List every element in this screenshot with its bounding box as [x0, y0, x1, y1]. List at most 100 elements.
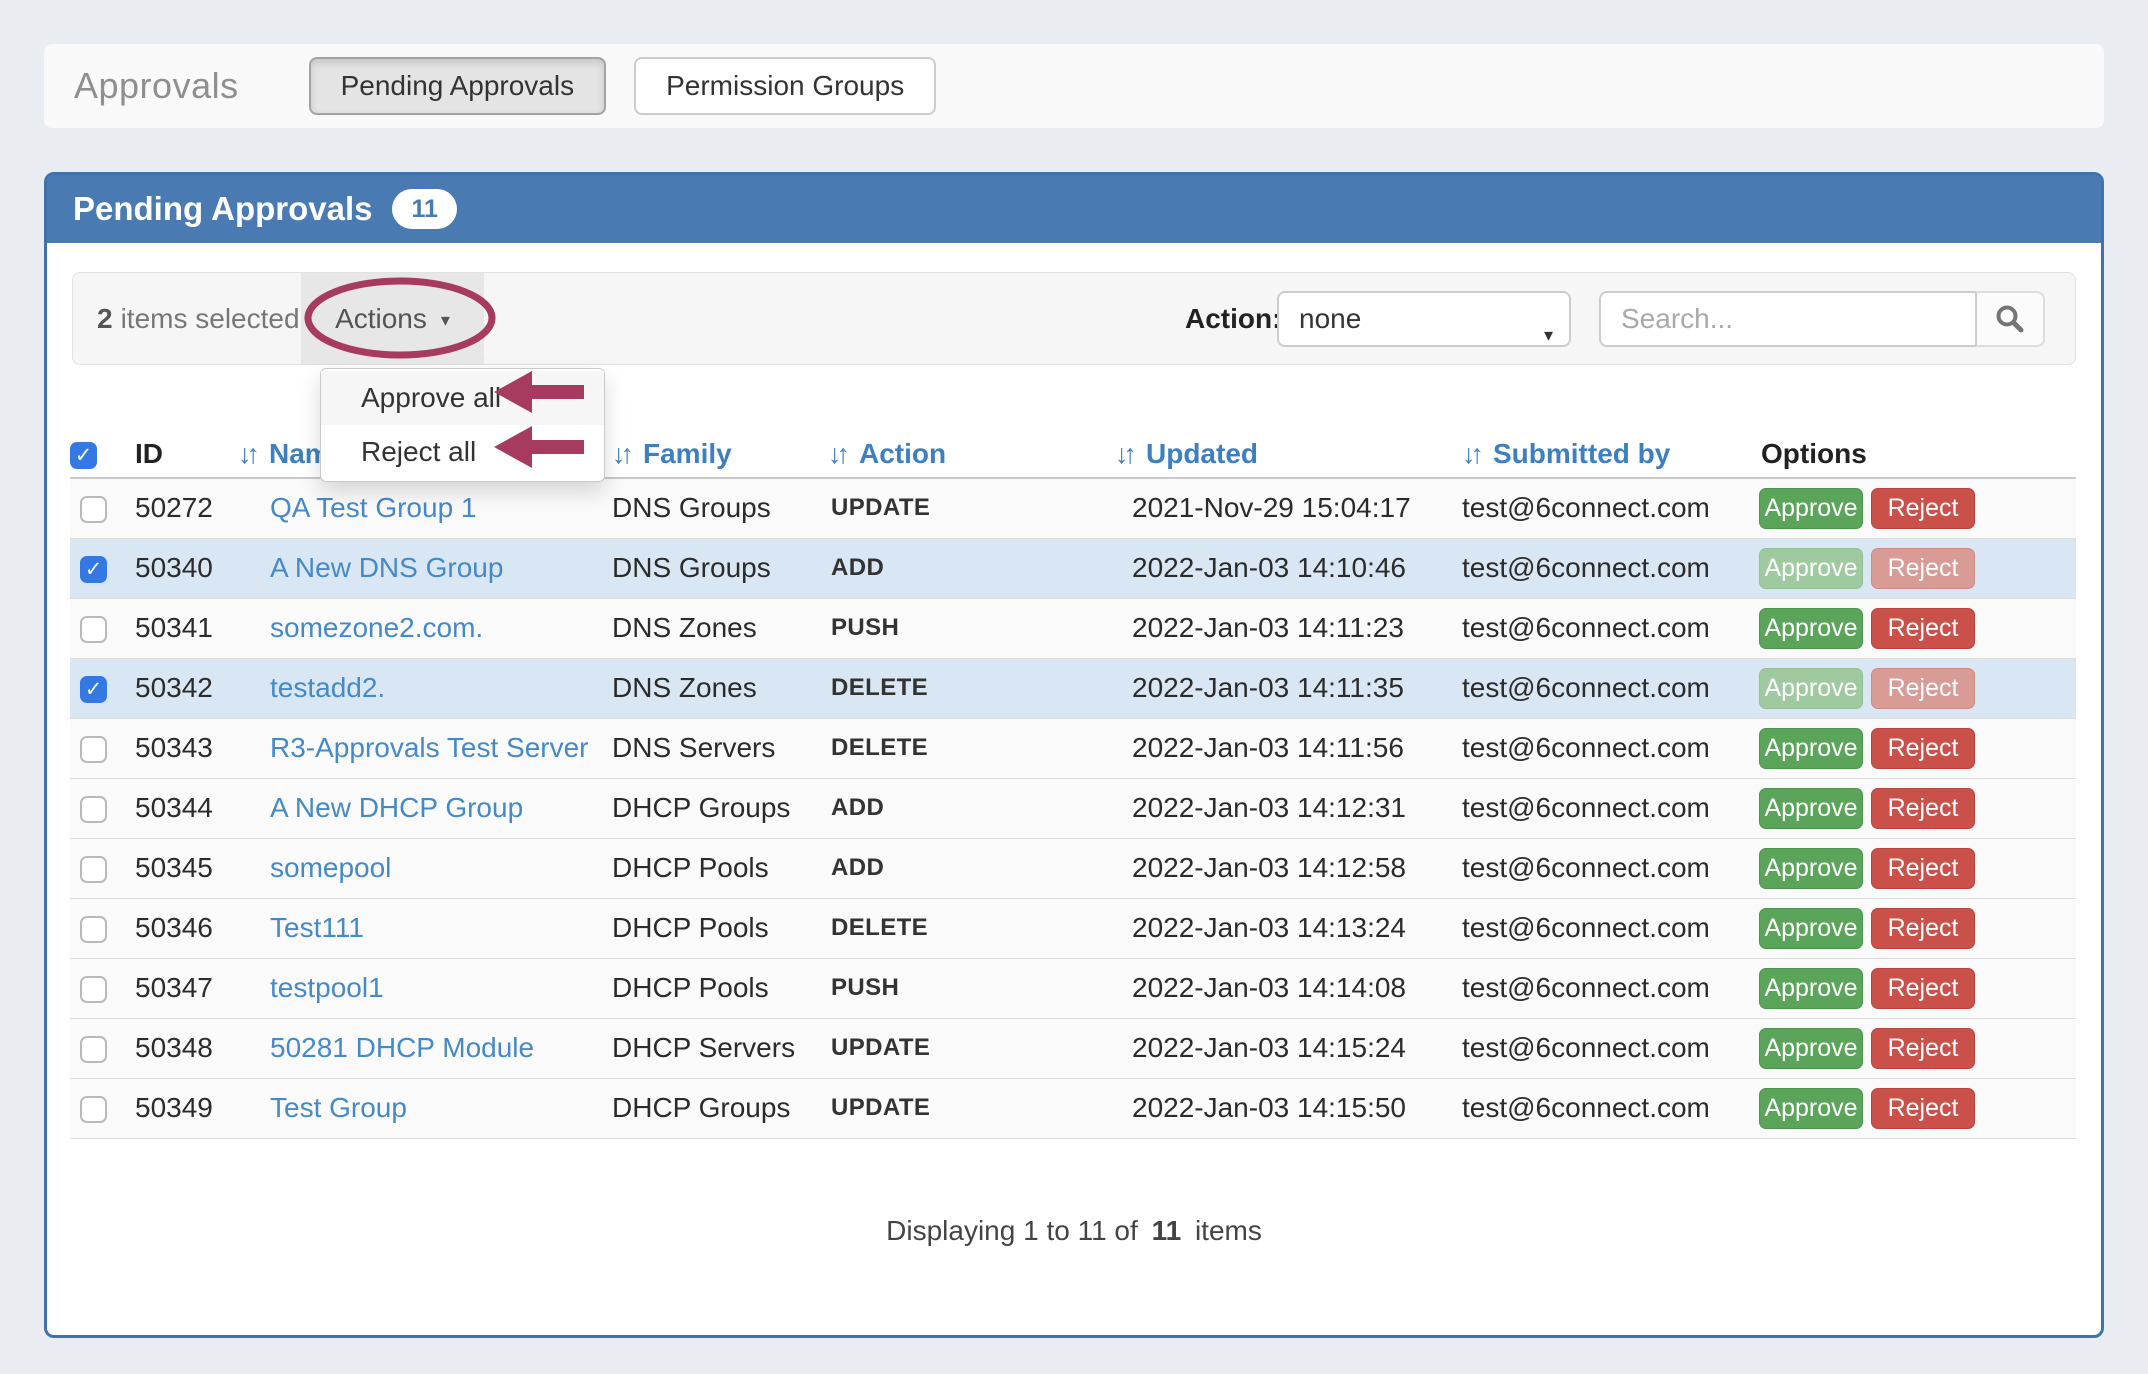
tab-pending-approvals[interactable]: Pending Approvals: [309, 57, 607, 115]
submitted-by-cell: test@6connect.com: [1458, 598, 1755, 658]
approvals-table: ✓ ID↓↑Name↓↑Family↓↑Action↓↑Updated↓↑Sub…: [70, 430, 2076, 1139]
top-bar: Approvals Pending Approvals Permission G…: [44, 44, 2104, 128]
search-icon: [1994, 303, 2026, 335]
name-link[interactable]: 50281 DHCP Module: [270, 1032, 534, 1063]
action-cell: UPDATE: [825, 1078, 1112, 1138]
action-cell: DELETE: [825, 898, 1112, 958]
name-link[interactable]: testadd2.: [270, 672, 385, 703]
reject-button[interactable]: Reject: [1871, 1028, 1975, 1069]
count-badge: 11: [392, 189, 456, 229]
reject-button[interactable]: Reject: [1871, 608, 1975, 649]
reject-button[interactable]: Reject: [1871, 728, 1975, 769]
search-input[interactable]: [1599, 291, 1976, 347]
updated-cell: 2022-Jan-03 14:13:24: [1112, 898, 1458, 958]
chevron-down-icon: ▾: [441, 310, 450, 331]
reject-button[interactable]: Reject: [1871, 848, 1975, 889]
table-row: 50272QA Test Group 1DNS GroupsUPDATE2021…: [70, 478, 2076, 538]
updated-cell: 2022-Jan-03 14:14:08: [1112, 958, 1458, 1018]
selection-label: items selected.: [121, 303, 308, 335]
row-checkbox[interactable]: [80, 496, 107, 523]
selection-status: 2 items selected.: [97, 273, 307, 364]
pagination-prefix: Displaying 1 to 11 of: [886, 1215, 1138, 1246]
action-select[interactable]: none ▾: [1277, 291, 1571, 347]
approve-button[interactable]: Approve: [1759, 728, 1863, 769]
menu-item-approve-all[interactable]: Approve all: [321, 371, 604, 425]
approve-button[interactable]: Approve: [1759, 968, 1863, 1009]
name-link[interactable]: somepool: [270, 852, 391, 883]
approve-button[interactable]: Approve: [1759, 488, 1863, 529]
name-link[interactable]: somezone2.com.: [270, 612, 483, 643]
actions-dropdown-button[interactable]: Actions ▾: [301, 273, 484, 364]
toolbar: 2 items selected. Actions ▾ Action: none…: [72, 272, 2076, 365]
column-header-sub[interactable]: ↓↑Submitted by: [1458, 430, 1755, 478]
row-checkbox[interactable]: ✓: [80, 676, 107, 703]
table-row: ✓50340A New DNS GroupDNS GroupsADD2022-J…: [70, 538, 2076, 598]
submitted-by-cell: test@6connect.com: [1458, 658, 1755, 718]
sort-icon: ↓↑: [1462, 439, 1479, 469]
family-cell: DNS Groups: [605, 538, 825, 598]
row-checkbox[interactable]: [80, 856, 107, 883]
updated-cell: 2022-Jan-03 14:15:24: [1112, 1018, 1458, 1078]
name-link[interactable]: Test Group: [270, 1092, 407, 1123]
updated-cell: 2022-Jan-03 14:15:50: [1112, 1078, 1458, 1138]
menu-item-reject-all[interactable]: Reject all: [321, 425, 604, 479]
id-cell: 50341: [120, 598, 235, 658]
family-cell: DHCP Pools: [605, 898, 825, 958]
submitted-by-cell: test@6connect.com: [1458, 898, 1755, 958]
approve-button[interactable]: Approve: [1759, 908, 1863, 949]
reject-button[interactable]: Reject: [1871, 1088, 1975, 1129]
reject-button[interactable]: Reject: [1871, 968, 1975, 1009]
approve-button[interactable]: Approve: [1759, 848, 1863, 889]
id-cell: 50347: [120, 958, 235, 1018]
search-button[interactable]: [1976, 291, 2045, 347]
approve-button[interactable]: Approve: [1759, 1028, 1863, 1069]
row-checkbox[interactable]: [80, 616, 107, 643]
table-row: 50341somezone2.com.DNS ZonesPUSH2022-Jan…: [70, 598, 2076, 658]
select-all-checkbox[interactable]: ✓: [70, 442, 97, 469]
approve-button[interactable]: Approve: [1759, 608, 1863, 649]
row-checkbox[interactable]: ✓: [80, 556, 107, 583]
reject-button[interactable]: Reject: [1871, 668, 1975, 709]
submitted-by-cell: test@6connect.com: [1458, 1018, 1755, 1078]
action-cell: DELETE: [825, 718, 1112, 778]
column-label: Options: [1761, 438, 1867, 469]
sort-icon: ↓↑: [238, 439, 255, 469]
id-cell: 50346: [120, 898, 235, 958]
row-checkbox[interactable]: [80, 796, 107, 823]
name-link[interactable]: QA Test Group 1: [270, 492, 477, 523]
reject-button[interactable]: Reject: [1871, 488, 1975, 529]
row-checkbox[interactable]: [80, 1096, 107, 1123]
name-link[interactable]: testpool1: [270, 972, 384, 1003]
submitted-by-cell: test@6connect.com: [1458, 778, 1755, 838]
approve-button[interactable]: Approve: [1759, 668, 1863, 709]
reject-button[interactable]: Reject: [1871, 788, 1975, 829]
approve-button[interactable]: Approve: [1759, 548, 1863, 589]
name-link[interactable]: A New DNS Group: [270, 552, 503, 583]
name-link[interactable]: Test111: [270, 912, 364, 943]
row-checkbox[interactable]: [80, 916, 107, 943]
id-cell: 50348: [120, 1018, 235, 1078]
family-cell: DHCP Servers: [605, 1018, 825, 1078]
updated-cell: 2022-Jan-03 14:10:46: [1112, 538, 1458, 598]
reject-button[interactable]: Reject: [1871, 548, 1975, 589]
reject-button[interactable]: Reject: [1871, 908, 1975, 949]
tab-permission-groups[interactable]: Permission Groups: [634, 57, 936, 115]
approve-button[interactable]: Approve: [1759, 1088, 1863, 1129]
column-header-family[interactable]: ↓↑Family: [605, 430, 825, 478]
row-checkbox[interactable]: [80, 1036, 107, 1063]
submitted-by-cell: test@6connect.com: [1458, 478, 1755, 538]
tab-bar: Pending Approvals Permission Groups: [309, 57, 937, 115]
table-row: 5034850281 DHCP ModuleDHCP ServersUPDATE…: [70, 1018, 2076, 1078]
row-checkbox[interactable]: [80, 736, 107, 763]
approve-button[interactable]: Approve: [1759, 788, 1863, 829]
page-title: Approvals: [74, 65, 239, 107]
row-checkbox[interactable]: [80, 976, 107, 1003]
updated-cell: 2022-Jan-03 14:11:56: [1112, 718, 1458, 778]
name-link[interactable]: A New DHCP Group: [270, 792, 523, 823]
family-cell: DHCP Groups: [605, 1078, 825, 1138]
name-link[interactable]: R3-Approvals Test Server: [270, 732, 589, 763]
column-label: Action: [859, 438, 946, 469]
column-header-updated[interactable]: ↓↑Updated: [1112, 430, 1458, 478]
column-header-action[interactable]: ↓↑Action: [825, 430, 1112, 478]
panel-title: Pending Approvals: [73, 190, 372, 228]
